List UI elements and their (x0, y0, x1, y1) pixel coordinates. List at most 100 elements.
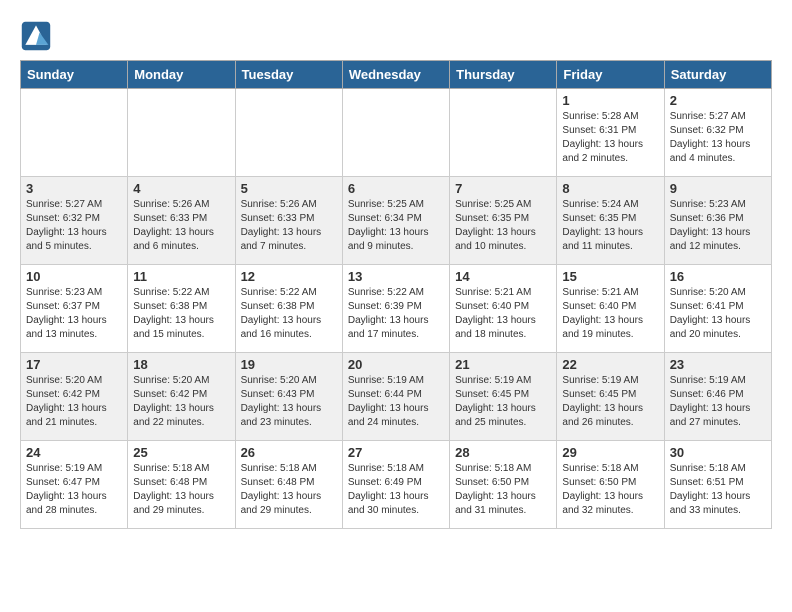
day-number: 24 (26, 445, 122, 460)
day-number: 2 (670, 93, 766, 108)
calendar-cell: 27 Sunrise: 5:18 AM Sunset: 6:49 PM Dayli… (342, 441, 449, 529)
day-number: 26 (241, 445, 337, 460)
day-number: 27 (348, 445, 444, 460)
day-info: Sunrise: 5:20 AM Sunset: 6:42 PM Dayligh… (133, 374, 229, 430)
day-info: Sunrise: 5:20 AM Sunset: 6:41 PM Dayligh… (670, 286, 766, 342)
day-info: Sunrise: 5:28 AM Sunset: 6:31 PM Dayligh… (562, 110, 658, 166)
day-info: Sunrise: 5:22 AM Sunset: 6:38 PM Dayligh… (133, 286, 229, 342)
calendar-cell: 16 Sunrise: 5:20 AM Sunset: 6:41 PM Dayli… (664, 265, 771, 353)
calendar-cell: 17 Sunrise: 5:20 AM Sunset: 6:42 PM Dayli… (21, 353, 128, 441)
calendar-cell: 5 Sunrise: 5:26 AM Sunset: 6:33 PM Daylig… (235, 177, 342, 265)
week-row: 3Sunrise: 5:27 AM Sunset: 6:32 PM Daylig… (21, 177, 772, 265)
day-number: 1 (562, 93, 658, 108)
day-number: 11 (133, 269, 229, 284)
day-number: 29 (562, 445, 658, 460)
week-row: 10 Sunrise: 5:23 AM Sunset: 6:37 PM Dayli… (21, 265, 772, 353)
calendar-cell: 20Sunrise: 5:19 AM Sunset: 6:44 PM Dayli… (342, 353, 449, 441)
day-number: 28 (455, 445, 551, 460)
day-number: 30 (670, 445, 766, 460)
day-number: 17 (26, 357, 122, 372)
day-number: 23 (670, 357, 766, 372)
day-info: Sunrise: 5:25 AM Sunset: 6:34 PM Dayligh… (348, 198, 444, 254)
day-number: 10 (26, 269, 122, 284)
calendar-cell: 15 Sunrise: 5:21 AM Sunset: 6:40 PM Dayli… (557, 265, 664, 353)
day-info: Sunrise: 5:27 AM Sunset: 6:32 PM Dayligh… (26, 198, 122, 254)
logo (20, 20, 56, 52)
day-info: Sunrise: 5:23 AM Sunset: 6:37 PM Dayligh… (26, 286, 122, 342)
calendar-cell: 2Sunrise: 5:27 AM Sunset: 6:32 PM Daylig… (664, 89, 771, 177)
day-number: 15 (562, 269, 658, 284)
calendar-cell: 30 Sunrise: 5:18 AM Sunset: 6:51 PM Dayli… (664, 441, 771, 529)
day-number: 16 (670, 269, 766, 284)
logo-icon (20, 20, 52, 52)
day-info: Sunrise: 5:20 AM Sunset: 6:43 PM Dayligh… (241, 374, 337, 430)
day-number: 12 (241, 269, 337, 284)
day-number: 25 (133, 445, 229, 460)
day-number: 18 (133, 357, 229, 372)
day-info: Sunrise: 5:25 AM Sunset: 6:35 PM Dayligh… (455, 198, 551, 254)
day-info: Sunrise: 5:18 AM Sunset: 6:50 PM Dayligh… (455, 462, 551, 518)
weekday-header: Wednesday (342, 61, 449, 89)
weekday-header: Thursday (450, 61, 557, 89)
calendar-cell (342, 89, 449, 177)
calendar-cell: 29 Sunrise: 5:18 AM Sunset: 6:50 PM Dayli… (557, 441, 664, 529)
day-info: Sunrise: 5:18 AM Sunset: 6:48 PM Dayligh… (241, 462, 337, 518)
day-info: Sunrise: 5:18 AM Sunset: 6:50 PM Dayligh… (562, 462, 658, 518)
calendar-cell (450, 89, 557, 177)
day-number: 21 (455, 357, 551, 372)
weekday-header: Sunday (21, 61, 128, 89)
day-number: 7 (455, 181, 551, 196)
page-container: SundayMondayTuesdayWednesdayThursdayFrid… (0, 0, 792, 539)
calendar-table: SundayMondayTuesdayWednesdayThursdayFrid… (20, 60, 772, 529)
day-info: Sunrise: 5:26 AM Sunset: 6:33 PM Dayligh… (241, 198, 337, 254)
calendar-cell: 10 Sunrise: 5:23 AM Sunset: 6:37 PM Dayli… (21, 265, 128, 353)
weekday-header: Friday (557, 61, 664, 89)
calendar-cell (235, 89, 342, 177)
day-info: Sunrise: 5:24 AM Sunset: 6:35 PM Dayligh… (562, 198, 658, 254)
calendar-cell (21, 89, 128, 177)
day-info: Sunrise: 5:23 AM Sunset: 6:36 PM Dayligh… (670, 198, 766, 254)
calendar-cell: 23 Sunrise: 5:19 AM Sunset: 6:46 PM Dayli… (664, 353, 771, 441)
day-info: Sunrise: 5:19 AM Sunset: 6:46 PM Dayligh… (670, 374, 766, 430)
day-info: Sunrise: 5:22 AM Sunset: 6:38 PM Dayligh… (241, 286, 337, 342)
day-info: Sunrise: 5:19 AM Sunset: 6:45 PM Dayligh… (562, 374, 658, 430)
day-number: 8 (562, 181, 658, 196)
week-row: 1 Sunrise: 5:28 AM Sunset: 6:31 PM Daylig… (21, 89, 772, 177)
calendar-cell: 19 Sunrise: 5:20 AM Sunset: 6:43 PM Dayli… (235, 353, 342, 441)
calendar-cell: 26 Sunrise: 5:18 AM Sunset: 6:48 PM Dayli… (235, 441, 342, 529)
weekday-header: Tuesday (235, 61, 342, 89)
day-number: 4 (133, 181, 229, 196)
calendar-cell: 3Sunrise: 5:27 AM Sunset: 6:32 PM Daylig… (21, 177, 128, 265)
day-info: Sunrise: 5:18 AM Sunset: 6:48 PM Dayligh… (133, 462, 229, 518)
calendar-cell: 11 Sunrise: 5:22 AM Sunset: 6:38 PM Dayli… (128, 265, 235, 353)
day-info: Sunrise: 5:19 AM Sunset: 6:47 PM Dayligh… (26, 462, 122, 518)
calendar-cell: 7 Sunrise: 5:25 AM Sunset: 6:35 PM Daylig… (450, 177, 557, 265)
week-row: 24 Sunrise: 5:19 AM Sunset: 6:47 PM Dayli… (21, 441, 772, 529)
day-info: Sunrise: 5:19 AM Sunset: 6:44 PM Dayligh… (348, 374, 444, 430)
calendar-cell: 9Sunrise: 5:23 AM Sunset: 6:36 PM Daylig… (664, 177, 771, 265)
day-info: Sunrise: 5:18 AM Sunset: 6:51 PM Dayligh… (670, 462, 766, 518)
day-info: Sunrise: 5:21 AM Sunset: 6:40 PM Dayligh… (562, 286, 658, 342)
header (20, 20, 772, 52)
day-info: Sunrise: 5:20 AM Sunset: 6:42 PM Dayligh… (26, 374, 122, 430)
day-info: Sunrise: 5:22 AM Sunset: 6:39 PM Dayligh… (348, 286, 444, 342)
weekday-header: Saturday (664, 61, 771, 89)
calendar-cell: 24 Sunrise: 5:19 AM Sunset: 6:47 PM Dayli… (21, 441, 128, 529)
day-number: 13 (348, 269, 444, 284)
day-number: 5 (241, 181, 337, 196)
calendar-cell: 21 Sunrise: 5:19 AM Sunset: 6:45 PM Dayli… (450, 353, 557, 441)
calendar-cell: 6Sunrise: 5:25 AM Sunset: 6:34 PM Daylig… (342, 177, 449, 265)
calendar-cell: 1 Sunrise: 5:28 AM Sunset: 6:31 PM Daylig… (557, 89, 664, 177)
calendar-cell: 25 Sunrise: 5:18 AM Sunset: 6:48 PM Dayli… (128, 441, 235, 529)
calendar-cell: 13 Sunrise: 5:22 AM Sunset: 6:39 PM Dayli… (342, 265, 449, 353)
calendar-cell: 8 Sunrise: 5:24 AM Sunset: 6:35 PM Daylig… (557, 177, 664, 265)
day-number: 14 (455, 269, 551, 284)
day-info: Sunrise: 5:19 AM Sunset: 6:45 PM Dayligh… (455, 374, 551, 430)
day-info: Sunrise: 5:21 AM Sunset: 6:40 PM Dayligh… (455, 286, 551, 342)
day-info: Sunrise: 5:18 AM Sunset: 6:49 PM Dayligh… (348, 462, 444, 518)
calendar-cell (128, 89, 235, 177)
calendar-cell: 28 Sunrise: 5:18 AM Sunset: 6:50 PM Dayli… (450, 441, 557, 529)
day-number: 22 (562, 357, 658, 372)
day-number: 19 (241, 357, 337, 372)
weekday-header: Monday (128, 61, 235, 89)
